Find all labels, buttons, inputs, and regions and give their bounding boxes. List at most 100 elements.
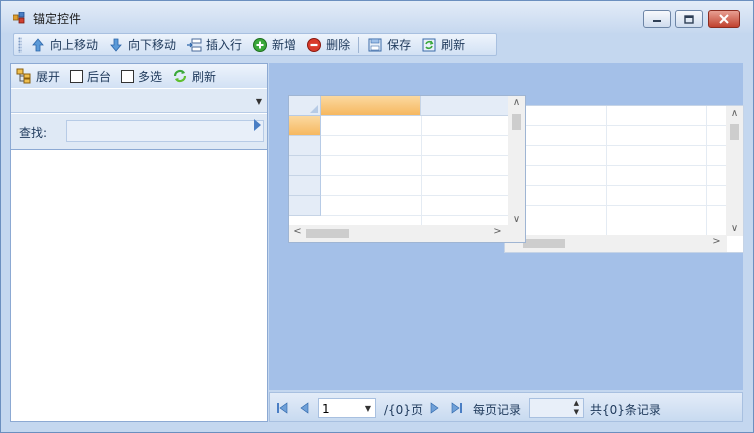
close-icon: [719, 14, 729, 24]
move-up-button[interactable]: 向上移动: [25, 34, 103, 55]
save-label: 保存: [387, 38, 412, 52]
grid-row-line: [321, 215, 509, 216]
add-icon: [253, 37, 268, 52]
scroll-thumb[interactable]: [306, 229, 349, 238]
search-input[interactable]: [66, 120, 264, 142]
chevron-down-icon[interactable]: ▼: [365, 404, 371, 413]
minimize-button[interactable]: [643, 10, 671, 28]
row-header[interactable]: [289, 196, 321, 216]
column-header-selected[interactable]: [321, 96, 421, 116]
first-page-icon[interactable]: [275, 401, 289, 415]
grid-column-line: [421, 116, 422, 226]
window-title: 锚定控件: [33, 12, 82, 26]
grid-row-line: [321, 135, 509, 136]
scroll-left-icon[interactable]: <: [289, 226, 306, 237]
close-button[interactable]: [708, 10, 740, 28]
scroll-right-icon[interactable]: >: [708, 236, 725, 247]
delete-icon: [307, 37, 322, 52]
category-combobox[interactable]: ▼: [11, 89, 267, 113]
refresh-icon: [173, 69, 187, 83]
previous-page-icon[interactable]: [298, 401, 312, 415]
multi-select-checkbox[interactable]: 多选: [116, 66, 167, 87]
left-refresh-label: 刷新: [192, 69, 217, 84]
app-icon: [13, 12, 25, 24]
save-icon: [368, 38, 382, 51]
next-page-icon[interactable]: [427, 401, 441, 415]
background-checkbox-box[interactable]: [70, 69, 84, 83]
search-bar: 查找:: [11, 114, 267, 150]
vertical-scrollbar[interactable]: ∧ ∨: [508, 96, 525, 226]
grid-row-line: [505, 125, 727, 126]
pagination-bar: 1 ▼ /{0}页 每页记录 ▲ ▼ 共{0}条记录: [269, 392, 743, 422]
main-window: 锚定控件 向上移动 向下移动 插入行 新增 删除 保存 刷新 展开 后台 多选 …: [0, 0, 754, 433]
refresh-icon: [422, 38, 436, 51]
multi-select-label: 多选: [138, 69, 163, 84]
horizontal-scrollbar[interactable]: < >: [289, 225, 508, 242]
main-toolbar: 向上移动 向下移动 插入行 新增 删除 保存 刷新: [13, 33, 497, 56]
minimize-icon: [653, 20, 661, 22]
refresh-label: 刷新: [441, 38, 466, 52]
spin-up-icon[interactable]: ▲: [574, 399, 579, 407]
data-grid-secondary[interactable]: ∧ ∨ >: [504, 105, 744, 253]
delete-label: 删除: [326, 38, 351, 52]
grid-corner-header[interactable]: [289, 96, 321, 116]
scroll-thumb[interactable]: [512, 114, 521, 130]
select-all-icon: [310, 105, 318, 113]
left-refresh-button[interactable]: 刷新: [167, 66, 221, 87]
row-header-selected[interactable]: [289, 116, 321, 136]
multi-select-checkbox-box[interactable]: [121, 69, 135, 83]
per-page-label: 每页记录: [473, 403, 522, 417]
maximize-icon: [684, 14, 694, 24]
row-header[interactable]: [289, 176, 321, 196]
vertical-scrollbar[interactable]: ∧ ∨: [726, 106, 743, 236]
grid-row-line: [321, 175, 509, 176]
title-bar: 锚定控件: [1, 1, 753, 33]
refresh-button[interactable]: 刷新: [416, 34, 470, 55]
grid-row-line: [321, 155, 509, 156]
scroll-thumb[interactable]: [730, 124, 739, 140]
left-panel-toolbar: 展开 后台 多选 刷新: [11, 64, 267, 88]
page-total-text: /{0}页: [384, 403, 423, 417]
chevron-down-icon[interactable]: ▼: [256, 97, 262, 106]
spin-down-icon[interactable]: ▼: [574, 408, 579, 416]
arrow-up-icon: [32, 37, 44, 51]
toolbar-separator: [358, 36, 360, 53]
expand-button[interactable]: 展开: [11, 66, 65, 87]
scroll-up-icon[interactable]: ∧: [726, 108, 743, 119]
row-header[interactable]: [289, 136, 321, 156]
scroll-up-icon[interactable]: ∧: [508, 97, 525, 108]
tree-view[interactable]: [11, 151, 267, 421]
scroll-down-icon[interactable]: ∨: [508, 214, 525, 225]
total-records-text: 共{0}条记录: [590, 403, 661, 417]
search-go-icon[interactable]: [254, 119, 261, 131]
insert-row-label: 插入行: [206, 38, 243, 52]
arrow-down-icon: [110, 38, 122, 52]
move-down-button[interactable]: 向下移动: [103, 34, 181, 55]
page-number-combobox[interactable]: 1 ▼: [318, 398, 376, 418]
move-up-label: 向上移动: [50, 38, 99, 52]
scroll-down-icon[interactable]: ∨: [726, 223, 743, 234]
save-button[interactable]: 保存: [362, 34, 416, 55]
move-down-label: 向下移动: [128, 38, 177, 52]
row-header[interactable]: [289, 156, 321, 176]
scroll-thumb[interactable]: [523, 239, 565, 248]
add-button[interactable]: 新增: [247, 34, 301, 55]
maximize-button[interactable]: [675, 10, 703, 28]
insert-row-button[interactable]: 插入行: [181, 34, 247, 55]
grid-row-line: [505, 205, 727, 206]
last-page-icon[interactable]: [450, 401, 464, 415]
add-label: 新增: [272, 38, 297, 52]
expand-label: 展开: [36, 69, 61, 84]
page-number-value: 1: [322, 402, 330, 416]
background-checkbox[interactable]: 后台: [65, 66, 116, 87]
per-page-spinner[interactable]: ▲ ▼: [529, 398, 584, 418]
data-grid-primary[interactable]: ∧ ∨ < >: [288, 95, 526, 243]
column-header[interactable]: [421, 96, 509, 116]
scroll-right-icon[interactable]: >: [489, 226, 506, 237]
horizontal-scrollbar[interactable]: >: [505, 235, 727, 252]
delete-button[interactable]: 删除: [301, 34, 355, 55]
grid-row-line: [321, 195, 509, 196]
left-panel: 展开 后台 多选 刷新 ▼ 查找:: [10, 63, 268, 422]
tree-expand-icon: [16, 68, 31, 84]
toolbar-grip[interactable]: [18, 36, 22, 53]
